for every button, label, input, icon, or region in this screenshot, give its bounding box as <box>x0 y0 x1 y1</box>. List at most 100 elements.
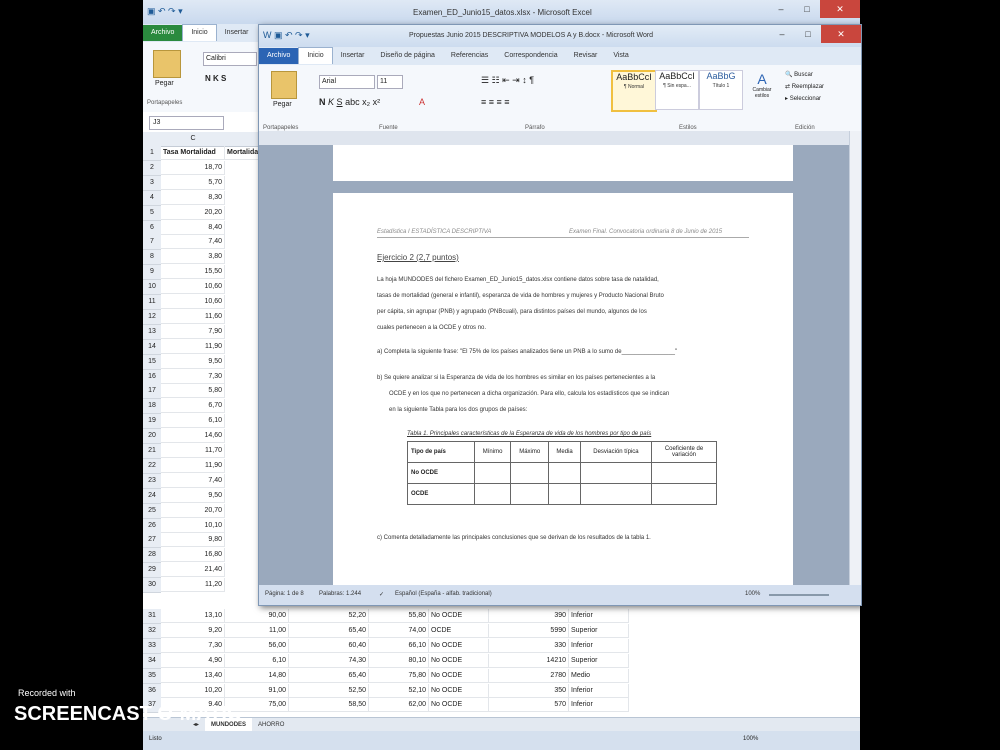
row-header[interactable]: 16 <box>143 369 161 385</box>
table-cell[interactable] <box>510 483 550 505</box>
cell-tasa-mortalidad[interactable]: 3,80 <box>161 250 225 265</box>
table-cell[interactable]: 14,80 <box>225 668 289 683</box>
style-heading-1[interactable]: AaBbG Título 1 <box>699 70 743 110</box>
spellcheck-icon[interactable]: ✓ <box>379 591 384 598</box>
cell-tasa-mortalidad[interactable]: 11,20 <box>161 578 225 593</box>
zoom-slider[interactable] <box>769 594 829 596</box>
word-tab-referencias[interactable]: Referencias <box>443 48 496 64</box>
table-cell[interactable]: 11,00 <box>225 623 289 638</box>
name-box[interactable]: J3 <box>149 116 224 130</box>
table-cell[interactable]: 55,80 <box>369 609 429 623</box>
table-cell[interactable]: 74,00 <box>369 623 429 638</box>
word-tab-diseno[interactable]: Diseño de página <box>372 48 443 64</box>
status-words[interactable]: Palabras: 1.244 <box>319 591 361 597</box>
row-header[interactable]: 11 <box>143 295 161 310</box>
table-cell[interactable] <box>548 483 581 505</box>
table-cell[interactable]: 330 <box>489 638 569 653</box>
status-language[interactable]: Español (España - alfab. tradicional) <box>395 591 492 597</box>
table-cell[interactable] <box>548 462 581 484</box>
excel-tab-insertar[interactable]: Insertar <box>217 25 257 41</box>
sheet-tab-ahorro[interactable]: AHORRO <box>252 718 290 732</box>
row-header[interactable]: 7 <box>143 235 161 251</box>
cell-tasa-mortalidad[interactable]: 6,70 <box>161 399 225 414</box>
table-cell[interactable]: 65,40 <box>289 623 369 638</box>
table-cell[interactable]: 13,10 <box>161 609 225 623</box>
table-cell[interactable]: 74,30 <box>289 653 369 668</box>
cell-tasa-mortalidad[interactable]: 11,60 <box>161 309 225 324</box>
row-header[interactable]: 5 <box>143 205 161 221</box>
table-cell[interactable]: Superior <box>569 623 629 638</box>
table-cell[interactable]: 350 <box>489 683 569 698</box>
table-cell[interactable]: Inferior <box>569 683 629 698</box>
table-cell[interactable]: 14210 <box>489 653 569 668</box>
row-header[interactable]: 17 <box>143 384 161 400</box>
row-header[interactable]: 18 <box>143 399 161 415</box>
row-header[interactable]: 23 <box>143 473 161 489</box>
table-cell[interactable] <box>579 462 653 484</box>
font-format-icons[interactable]: N K S abc x₂ x² <box>319 97 380 107</box>
find-button[interactable]: 🔍 Buscar <box>785 71 813 78</box>
excel-zoom-level[interactable]: 100% <box>743 736 758 742</box>
replace-button[interactable]: ⇄ Reemplazar <box>785 83 824 90</box>
cell-tasa-mortalidad[interactable]: 15,50 <box>161 265 225 280</box>
font-color-icon[interactable]: A <box>419 97 425 107</box>
table-cell[interactable] <box>473 483 512 505</box>
table-cell[interactable]: Superior <box>569 653 629 668</box>
maximize-icon[interactable]: □ <box>794 0 820 18</box>
word-tab-revisar[interactable]: Revisar <box>566 48 606 64</box>
cell-tasa-mortalidad[interactable]: 10,60 <box>161 280 225 295</box>
table-cell[interactable]: 91,00 <box>225 683 289 698</box>
status-zoom[interactable]: 100% <box>745 591 760 597</box>
word-tab-correspondencia[interactable]: Correspondencia <box>496 48 565 64</box>
ruler[interactable] <box>259 131 861 145</box>
vertical-scrollbar[interactable] <box>849 131 861 585</box>
cell-tasa-mortalidad[interactable]: 14,60 <box>161 429 225 444</box>
excel-tab-inicio[interactable]: Inicio <box>182 24 217 41</box>
row-header[interactable]: 33 <box>143 638 161 654</box>
row-header[interactable]: 14 <box>143 339 161 355</box>
cell-tasa-mortalidad[interactable]: 16,80 <box>161 548 225 563</box>
table-cell[interactable]: OCDE <box>429 623 489 638</box>
paste-icon[interactable] <box>271 71 297 99</box>
cell-tasa-mortalidad[interactable]: 7,30 <box>161 369 225 384</box>
row-header[interactable]: 3 <box>143 175 161 191</box>
row-header[interactable]: 31 <box>143 609 161 624</box>
style-no-spacing[interactable]: AaBbCcI ¶ Sin espa... <box>655 70 699 110</box>
table-cell[interactable]: 52,50 <box>289 683 369 698</box>
table-cell[interactable]: 6,10 <box>225 653 289 668</box>
row-header[interactable]: 28 <box>143 548 161 564</box>
paste-icon[interactable] <box>153 50 181 78</box>
table-cell[interactable]: 52,10 <box>369 683 429 698</box>
table-cell[interactable]: No OCDE <box>429 668 489 683</box>
word-tab-vista[interactable]: Vista <box>605 48 636 64</box>
cell-tasa-mortalidad[interactable]: 9,50 <box>161 354 225 369</box>
cell-tasa-mortalidad[interactable]: 20,20 <box>161 205 225 220</box>
row-header[interactable]: 27 <box>143 533 161 549</box>
excel-tab-archivo[interactable]: Archivo <box>143 25 183 41</box>
table-cell[interactable] <box>510 462 550 484</box>
table-cell[interactable]: 10,20 <box>161 683 225 698</box>
cell-tasa-mortalidad[interactable]: 11,90 <box>161 339 225 354</box>
table-cell[interactable] <box>651 462 717 484</box>
table-cell[interactable]: 570 <box>489 698 569 713</box>
row-header[interactable]: 19 <box>143 414 161 430</box>
change-styles-button[interactable]: A Cambiar estilos <box>747 71 777 99</box>
list-icons[interactable]: ☰ ☷ ⇤ ⇥ ↕ ¶ <box>481 75 534 86</box>
cell-tasa-mortalidad[interactable]: 10,10 <box>161 518 225 533</box>
cell-tasa-mortalidad[interactable]: 10,60 <box>161 295 225 309</box>
cell-tasa-mortalidad[interactable]: 9,50 <box>161 488 225 503</box>
table-cell[interactable]: 60,40 <box>289 638 369 653</box>
cell-tasa-mortalidad[interactable]: 5,70 <box>161 175 225 190</box>
cell-tasa-mortalidad[interactable]: 7,90 <box>161 324 225 339</box>
word-tab-inicio[interactable]: Inicio <box>298 47 333 64</box>
close-icon[interactable]: ✕ <box>820 0 860 18</box>
word-tab-archivo[interactable]: Archivo <box>259 48 299 64</box>
table-cell[interactable]: 2780 <box>489 668 569 683</box>
table-cell[interactable]: 66,10 <box>369 638 429 653</box>
table-cell[interactable]: 56,00 <box>225 638 289 653</box>
header-cell-tasa-mortalidad[interactable]: Tasa Mortalidad <box>161 146 225 160</box>
excel-bold-icon[interactable]: N K S <box>205 74 226 83</box>
table-cell[interactable]: Medio <box>569 668 629 683</box>
row-header[interactable]: 9 <box>143 265 161 281</box>
table-cell[interactable]: Inferior <box>569 609 629 623</box>
